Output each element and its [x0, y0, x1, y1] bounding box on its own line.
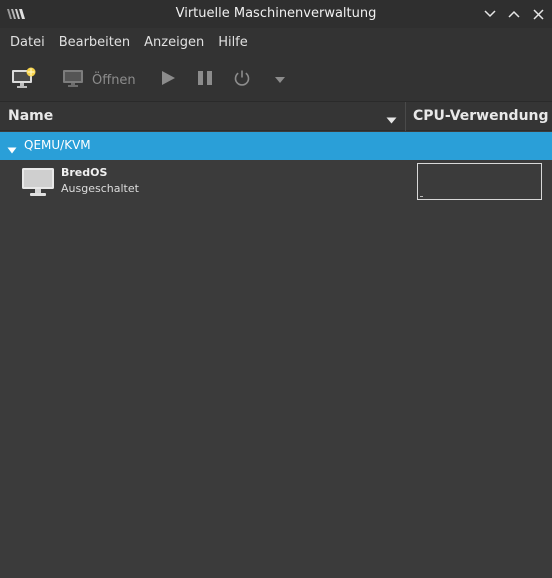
- menu-bearbeiten[interactable]: Bearbeiten: [52, 28, 137, 58]
- shutdown-menu-button[interactable]: [272, 58, 288, 102]
- menu-anzeigen[interactable]: Anzeigen: [137, 28, 211, 58]
- menu-hilfe[interactable]: Hilfe: [211, 28, 255, 58]
- pause-button[interactable]: [194, 58, 216, 102]
- title-bar: Virtuelle Maschinenverwaltung: [0, 0, 552, 28]
- open-button[interactable]: Öffnen: [62, 58, 136, 102]
- run-button[interactable]: [157, 58, 179, 102]
- vm-monitor-icon: [21, 167, 55, 201]
- sort-arrow-icon[interactable]: [386, 113, 397, 128]
- column-name-header[interactable]: Name: [8, 108, 53, 124]
- minimize-icon[interactable]: [480, 4, 500, 24]
- vm-list-empty-area[interactable]: [0, 204, 552, 578]
- window-title: Virtuelle Maschinenverwaltung: [175, 6, 377, 21]
- power-icon: [233, 69, 251, 91]
- group-label: QEMU/KVM: [24, 138, 91, 152]
- maximize-icon[interactable]: [504, 4, 524, 24]
- cpu-usage-graph: [417, 163, 542, 200]
- open-label: Öffnen: [92, 72, 136, 88]
- toolbar: Öffnen: [0, 58, 552, 102]
- cpu-graph-baseline: [420, 196, 423, 197]
- column-header: Name CPU-Verwendung: [0, 102, 552, 131]
- column-cpu-header[interactable]: CPU-Verwendung: [413, 108, 549, 124]
- menu-bar: Datei Bearbeiten Anzeigen Hilfe: [0, 28, 552, 58]
- pause-icon: [196, 69, 214, 91]
- menu-datei[interactable]: Datei: [3, 28, 52, 58]
- vm-row[interactable]: BredOS Ausgeschaltet: [0, 160, 552, 204]
- new-vm-icon: [11, 67, 37, 93]
- play-icon: [159, 69, 177, 91]
- monitor-icon: [62, 68, 84, 92]
- column-divider[interactable]: [405, 102, 406, 131]
- vm-status: Ausgeschaltet: [61, 182, 139, 195]
- expander-arrow-icon[interactable]: [7, 143, 17, 158]
- close-icon[interactable]: [528, 4, 548, 24]
- group-row-qemu-kvm[interactable]: QEMU/KVM: [0, 132, 552, 160]
- shutdown-button[interactable]: [231, 58, 253, 102]
- new-vm-button[interactable]: [10, 58, 38, 102]
- vm-name: BredOS: [61, 166, 108, 179]
- dropdown-arrow-icon: [274, 73, 286, 88]
